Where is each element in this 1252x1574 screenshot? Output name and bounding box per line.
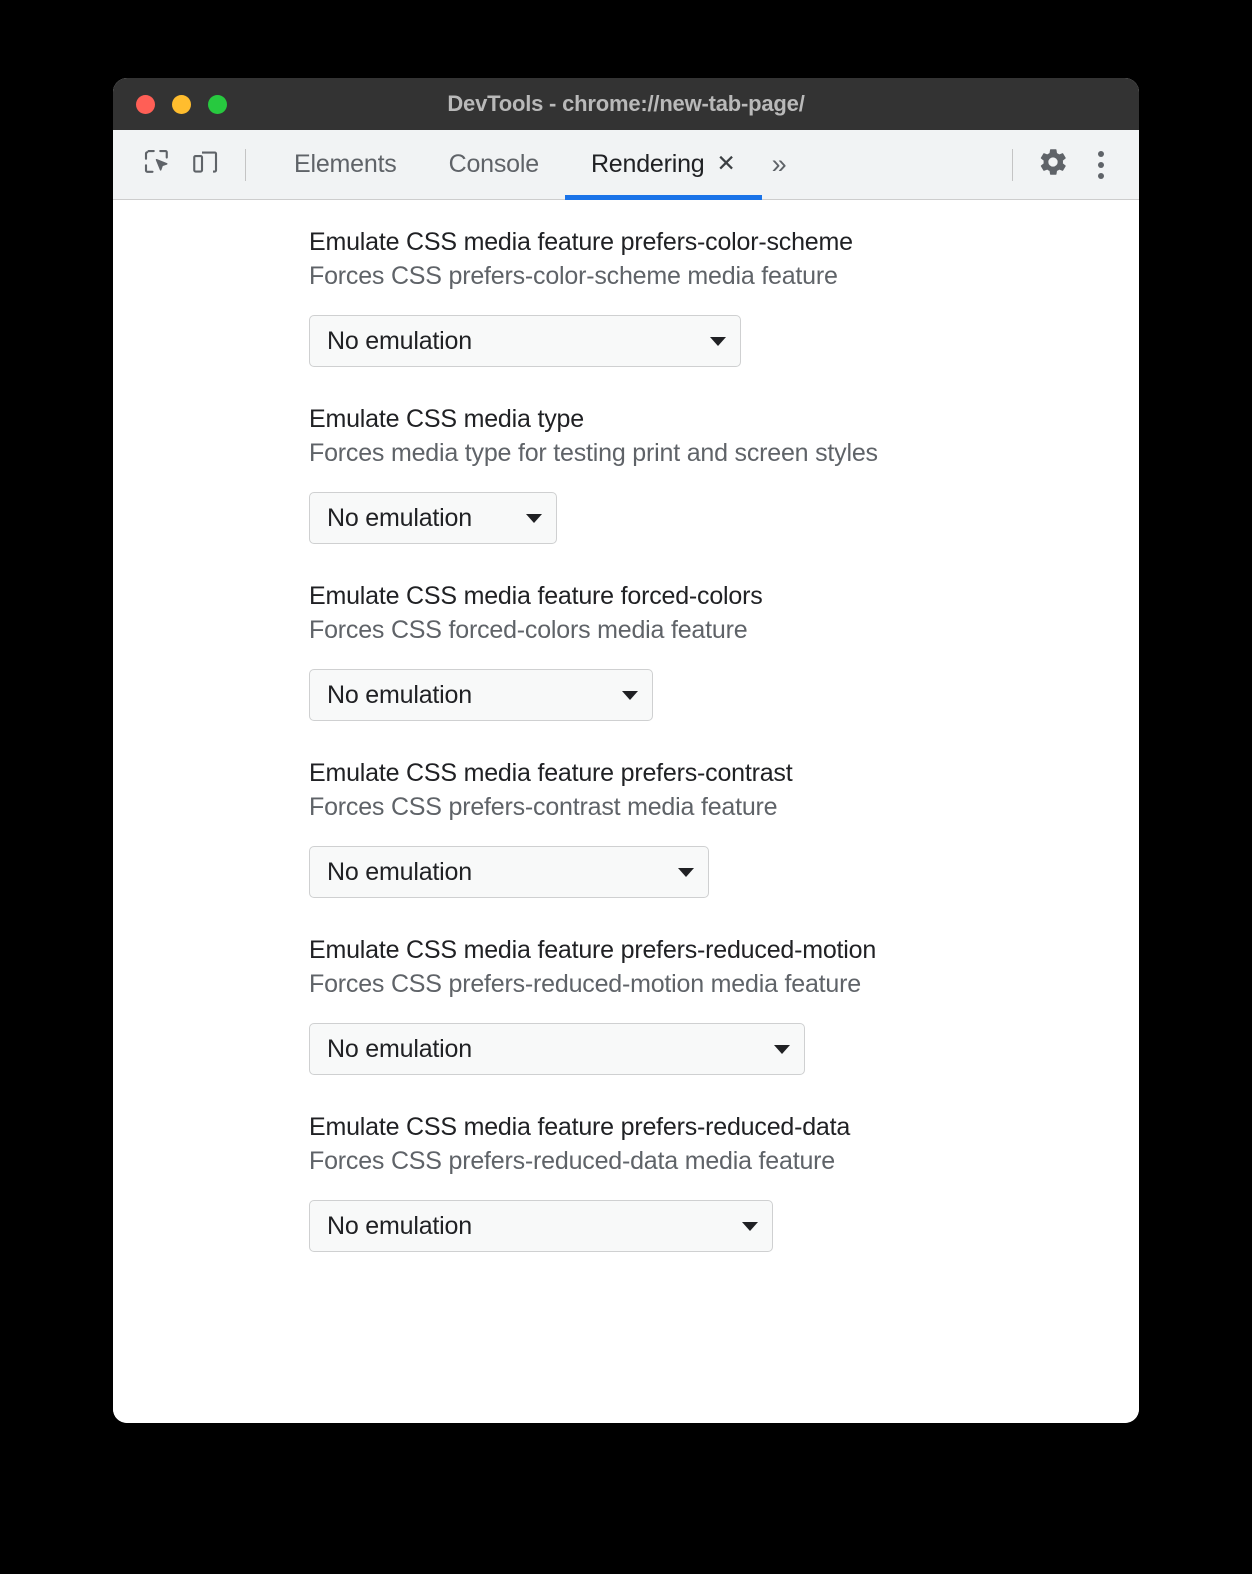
select-media-type[interactable]: No emulation	[309, 492, 557, 544]
tab-elements-label: Elements	[294, 150, 397, 178]
panel-tabs: Elements Console Rendering ✕ »	[268, 130, 797, 200]
maximize-window-button[interactable]	[208, 94, 227, 114]
setting-title: Emulate CSS media type	[309, 405, 584, 433]
tab-rendering-label: Rendering	[590, 150, 705, 178]
setting-description: Forces CSS prefers-contrast media featur…	[309, 793, 778, 821]
select-value: No emulation	[327, 1211, 472, 1240]
setting-media-type: Emulate CSS media type Forces media type…	[113, 403, 1139, 544]
setting-prefers-contrast: Emulate CSS media feature prefers-contra…	[113, 757, 1139, 898]
devtools-window: DevTools - chrome://new-tab-page/ Elemen…	[113, 78, 1139, 1423]
devtools-toolbar: Elements Console Rendering ✕ »	[113, 130, 1139, 200]
toggle-device-toolbar-button[interactable]	[181, 141, 229, 189]
setting-title: Emulate CSS media feature prefers-contra…	[309, 759, 793, 787]
select-prefers-reduced-data[interactable]: No emulation	[309, 1200, 773, 1252]
rendering-panel: Emulate CSS media feature prefers-color-…	[113, 200, 1139, 1423]
tab-console-label: Console	[448, 150, 540, 178]
traffic-light-group	[136, 78, 227, 130]
toolbar-divider-right	[1012, 148, 1013, 181]
setting-description: Forces CSS prefers-reduced-data media fe…	[309, 1147, 835, 1175]
setting-prefers-reduced-data: Emulate CSS media feature prefers-reduce…	[113, 1111, 1139, 1252]
window-titlebar: DevTools - chrome://new-tab-page/	[113, 78, 1139, 130]
setting-title: Emulate CSS media feature prefers-color-…	[309, 228, 853, 256]
select-prefers-reduced-motion[interactable]: No emulation	[309, 1023, 805, 1075]
setting-prefers-reduced-motion: Emulate CSS media feature prefers-reduce…	[113, 934, 1139, 1075]
toolbar-divider-left	[245, 148, 246, 181]
select-value: No emulation	[327, 326, 472, 355]
inspect-element-icon	[142, 147, 172, 182]
main-menu-button[interactable]	[1077, 141, 1125, 189]
select-value: No emulation	[327, 503, 472, 532]
close-window-button[interactable]	[136, 94, 155, 114]
settings-button[interactable]	[1029, 141, 1077, 189]
tab-elements[interactable]: Elements	[268, 130, 423, 199]
select-forced-colors[interactable]: No emulation	[309, 669, 653, 721]
close-icon[interactable]: ✕	[717, 152, 736, 175]
tab-console[interactable]: Console	[423, 130, 565, 199]
chevron-down-icon	[622, 690, 638, 700]
select-prefers-color-scheme[interactable]: No emulation	[309, 315, 741, 367]
device-toolbar-icon	[190, 147, 220, 182]
select-value: No emulation	[327, 1034, 472, 1063]
setting-title: Emulate CSS media feature prefers-reduce…	[309, 1113, 851, 1141]
chevron-down-icon	[678, 867, 694, 877]
select-value: No emulation	[327, 857, 472, 886]
toolbar-right-group	[996, 141, 1139, 189]
chevron-down-icon	[526, 513, 542, 523]
setting-title: Emulate CSS media feature forced-colors	[309, 582, 763, 610]
setting-prefers-color-scheme: Emulate CSS media feature prefers-color-…	[113, 226, 1139, 367]
chevron-down-icon	[774, 1044, 790, 1054]
tab-rendering[interactable]: Rendering ✕	[564, 130, 762, 200]
chevron-double-right-icon: »	[771, 149, 787, 179]
more-vertical-icon	[1083, 147, 1119, 183]
window-title: DevTools - chrome://new-tab-page/	[447, 91, 805, 116]
setting-description: Forces CSS forced-colors media feature	[309, 616, 748, 644]
select-prefers-contrast[interactable]: No emulation	[309, 846, 709, 898]
chevron-down-icon	[710, 336, 726, 346]
minimize-window-button[interactable]	[172, 94, 191, 114]
inspect-element-button[interactable]	[133, 141, 181, 189]
more-tabs-button[interactable]: »	[762, 130, 797, 199]
setting-description: Forces CSS prefers-reduced-motion media …	[309, 970, 861, 998]
chevron-down-icon	[742, 1221, 758, 1231]
setting-forced-colors: Emulate CSS media feature forced-colors …	[113, 580, 1139, 721]
setting-title: Emulate CSS media feature prefers-reduce…	[309, 936, 877, 964]
setting-description: Forces CSS prefers-color-scheme media fe…	[309, 262, 838, 290]
gear-icon	[1037, 146, 1069, 183]
setting-description: Forces media type for testing print and …	[309, 439, 878, 467]
select-value: No emulation	[327, 680, 472, 709]
